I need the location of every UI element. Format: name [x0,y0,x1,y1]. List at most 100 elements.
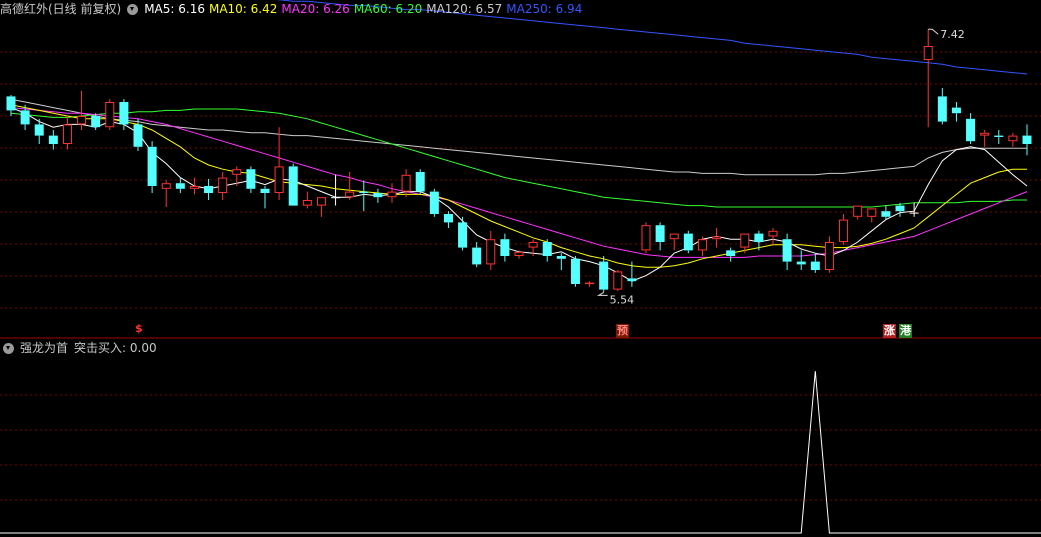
candle[interactable] [486,230,496,270]
candle[interactable] [62,116,72,150]
candle-body [627,278,637,282]
candle-body [599,261,609,290]
candle[interactable] [119,99,129,130]
candle[interactable] [853,205,863,220]
candle[interactable] [331,174,341,206]
candle-body [91,116,101,128]
candle[interactable] [472,242,482,268]
candle-body [316,197,326,206]
candle-body [1008,135,1018,142]
candle[interactable] [77,90,87,130]
candle-body [443,214,453,223]
candle[interactable] [768,228,778,245]
candle[interactable] [105,99,115,130]
candle[interactable] [260,186,270,209]
candle[interactable] [556,253,566,270]
candle[interactable] [218,172,228,200]
gang-marker: 港 [899,324,912,338]
candle[interactable] [161,180,171,207]
candle[interactable] [585,281,595,287]
s-marker: $ [135,322,143,335]
candle-body [697,239,707,251]
candle[interactable] [867,208,877,223]
candle[interactable] [204,179,214,200]
indicator-value: 突击买入: 0.00 [74,341,157,355]
candle[interactable] [641,222,651,254]
candle[interactable] [923,29,933,128]
candle[interactable] [683,230,693,254]
candle-body [34,124,44,136]
candle-body [302,200,312,206]
candle[interactable] [824,236,834,273]
candle[interactable] [316,197,326,217]
candle-body [824,242,834,270]
candle[interactable] [599,256,609,293]
candle[interactable] [570,256,580,287]
candle-body [867,208,877,217]
candle-body [881,211,891,217]
indicator-gridlines [0,394,1041,501]
candle[interactable] [937,88,947,125]
candle[interactable] [669,233,679,251]
candle[interactable] [387,183,397,203]
candle-body [373,193,383,198]
candle[interactable] [994,130,1004,144]
candle[interactable] [302,191,312,209]
candle-body [232,169,242,175]
candle-body [951,107,961,114]
candle-body [274,166,284,193]
settings-dropdown-icon[interactable] [127,3,139,15]
candle[interactable] [274,127,284,200]
candle[interactable] [458,216,468,251]
indicator-dropdown-icon[interactable] [3,342,14,354]
candle[interactable] [246,166,256,193]
candle[interactable] [6,95,16,116]
low-label: 5.54 [610,293,635,306]
candle-body [331,197,341,199]
candle[interactable] [1008,132,1018,147]
candle-body [796,261,806,265]
candle-body [119,102,129,125]
candle-body [345,191,355,198]
candle-body [415,172,425,192]
candle[interactable] [613,270,623,291]
candle[interactable] [839,214,849,245]
ma-legend-item: MA250: 6.94 [506,2,583,16]
ma-legend-item: MA20: 6.26 [281,2,350,16]
candle[interactable] [500,233,510,262]
candle[interactable] [147,141,157,193]
candle[interactable] [443,211,453,228]
candle[interactable] [345,172,355,200]
candle[interactable] [712,228,722,248]
candle-body [1022,135,1032,144]
candle[interactable] [726,247,736,262]
candle-body [994,135,1004,137]
candle[interactable] [542,239,552,262]
ma-legend-item: MA10: 6.42 [208,2,278,16]
candle[interactable] [980,130,990,147]
candle[interactable] [359,180,369,212]
candle[interactable] [429,188,439,217]
candle[interactable] [288,163,298,206]
candlesticks[interactable] [6,29,1032,293]
candle[interactable] [48,130,58,150]
candle[interactable] [655,222,665,251]
candle[interactable] [1022,124,1032,156]
candle-body [570,258,580,284]
candle-body [669,233,679,240]
candle-body [980,132,990,136]
candle-body [853,205,863,217]
candle-body [246,169,256,189]
candle-body [6,96,16,111]
ma-legend-item: MA120: 6.57 [426,2,503,16]
candle[interactable] [951,102,961,122]
candle[interactable] [796,250,806,270]
candle-body [923,46,933,60]
candle[interactable] [782,233,792,270]
candle[interactable] [415,169,425,195]
candle[interactable] [697,236,707,256]
candle[interactable] [966,113,976,144]
candle[interactable] [373,188,383,203]
candle[interactable] [401,169,411,198]
candle[interactable] [810,253,820,273]
